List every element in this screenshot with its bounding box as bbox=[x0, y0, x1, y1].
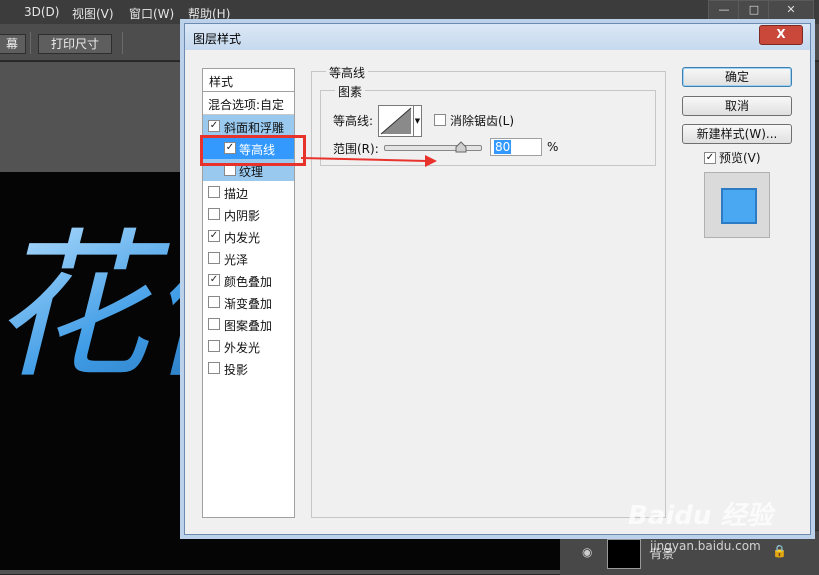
menu-help[interactable]: 帮助(H) bbox=[188, 5, 230, 22]
style-item-stroke[interactable]: 描边 bbox=[203, 181, 294, 203]
menu-view[interactable]: 视图(V) bbox=[72, 5, 114, 22]
checkbox[interactable] bbox=[208, 208, 220, 220]
print-size-button[interactable]: 打印尺寸 bbox=[38, 34, 112, 54]
style-item-outer-glow[interactable]: 外发光 bbox=[203, 335, 294, 357]
annotation-highlight-box bbox=[200, 135, 306, 166]
checkbox[interactable] bbox=[208, 252, 220, 264]
layer-thumbnail bbox=[607, 539, 641, 569]
dialog-title: 图层样式 bbox=[193, 32, 242, 46]
checkbox[interactable] bbox=[208, 340, 220, 352]
style-item-bevel-emboss[interactable]: ✓ 斜面和浮雕 bbox=[203, 115, 294, 137]
checkbox[interactable] bbox=[208, 296, 220, 308]
checkbox[interactable]: ✓ bbox=[208, 120, 220, 132]
maximize-icon[interactable]: □ bbox=[738, 0, 770, 20]
eye-icon[interactable]: ◉ bbox=[582, 545, 592, 559]
watermark-site: jingyan.baidu.com bbox=[650, 539, 761, 553]
style-item-gradient-overlay[interactable]: 渐变叠加 bbox=[203, 291, 294, 313]
percent-label: % bbox=[547, 140, 559, 154]
lock-icon: 🔒 bbox=[772, 544, 787, 558]
ok-button[interactable]: 确定 bbox=[682, 67, 792, 87]
preview-swatch bbox=[721, 188, 757, 224]
anti-alias-checkbox[interactable] bbox=[434, 114, 446, 126]
menu-3d[interactable]: 3D(D) bbox=[24, 5, 59, 19]
close-button[interactable]: X bbox=[759, 25, 803, 45]
anti-alias-label: 消除锯齿(L) bbox=[450, 114, 515, 128]
style-item-inner-shadow[interactable]: 内阴影 bbox=[203, 203, 294, 225]
contour-curve-icon bbox=[380, 107, 412, 135]
blend-options-item[interactable]: 混合选项:自定 bbox=[203, 92, 294, 115]
annotation-arrow-icon bbox=[301, 155, 437, 167]
contour-label: 等高线: bbox=[333, 114, 374, 128]
style-preview bbox=[704, 172, 770, 238]
style-item-pattern-overlay[interactable]: 图案叠加 bbox=[203, 313, 294, 335]
checkbox[interactable]: ✓ bbox=[208, 274, 220, 286]
range-input[interactable]: 80 bbox=[490, 138, 542, 156]
separator bbox=[30, 32, 31, 54]
baidu-logo: Baidu 经验 bbox=[628, 501, 773, 531]
checkbox[interactable] bbox=[208, 362, 220, 374]
style-item-satin[interactable]: 光泽 bbox=[203, 247, 294, 269]
preview-label: 预览(V) bbox=[719, 151, 761, 165]
style-item-drop-shadow[interactable]: 投影 bbox=[203, 357, 294, 379]
styles-header[interactable]: 样式 bbox=[203, 69, 294, 92]
contour-picker[interactable] bbox=[378, 105, 414, 137]
style-item-inner-glow[interactable]: ✓ 内发光 bbox=[203, 225, 294, 247]
layer-style-dialog: 图层样式 X 样式 混合选项:自定 ✓ 斜面和浮雕 ✓ 等高线 纹理 描边 内阴… bbox=[184, 23, 811, 535]
style-item-color-overlay[interactable]: ✓ 颜色叠加 bbox=[203, 269, 294, 291]
chevron-down-icon[interactable]: ▼ bbox=[414, 105, 422, 137]
preview-checkbox[interactable]: ✓ bbox=[704, 152, 716, 164]
menu-window[interactable]: 窗口(W) bbox=[129, 5, 174, 22]
separator bbox=[122, 32, 123, 54]
slider-thumb-icon[interactable] bbox=[455, 141, 467, 153]
checkbox[interactable] bbox=[208, 186, 220, 198]
checkbox[interactable]: ✓ bbox=[208, 230, 220, 242]
checkbox[interactable] bbox=[208, 318, 220, 330]
elements-group-title: 图素 bbox=[335, 83, 366, 100]
dialog-titlebar[interactable]: 图层样式 X bbox=[185, 24, 810, 50]
minimize-icon[interactable]: — bbox=[708, 0, 740, 20]
close-app-icon[interactable]: ✕ bbox=[768, 0, 814, 20]
menu-bar: 3D(D) 视图(V) 窗口(W) 帮助(H) — □ ✕ bbox=[0, 0, 819, 24]
contour-group-title: 等高线 bbox=[326, 64, 369, 81]
screen-button[interactable]: 幕 bbox=[0, 34, 26, 54]
new-style-button[interactable]: 新建样式(W)... bbox=[682, 124, 792, 144]
cancel-button[interactable]: 取消 bbox=[682, 96, 792, 116]
